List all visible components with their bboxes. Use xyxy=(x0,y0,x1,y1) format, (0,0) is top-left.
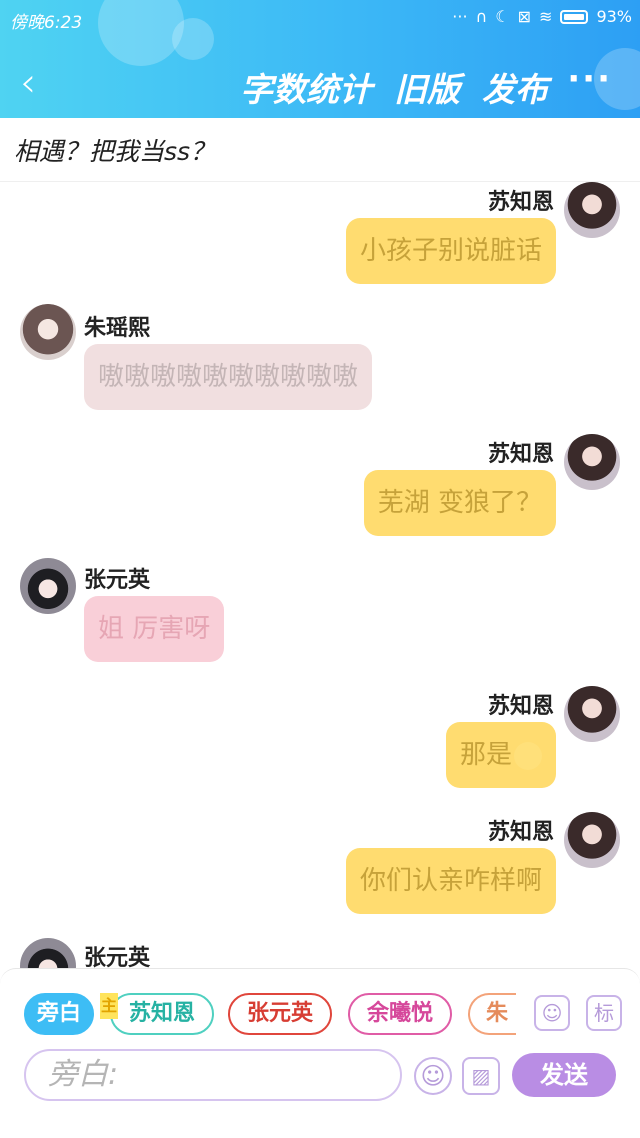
smile-emoji-icon xyxy=(514,741,542,770)
tag-button[interactable]: 标 xyxy=(586,995,622,1031)
status-time: 傍晚6:23 xyxy=(10,13,83,33)
publish-button[interactable]: 发布 xyxy=(482,63,548,111)
sender-name: 朱瑶熙 xyxy=(84,316,151,341)
avatar[interactable] xyxy=(20,304,76,360)
moon-icon: ☾ xyxy=(495,7,510,26)
character-chip[interactable]: 余曦悦 xyxy=(348,993,452,1035)
chat-area[interactable]: 苏知恩 小孩子别说脏话 朱瑶熙 嗷嗷嗷嗷嗷嗷嗷嗷嗷嗷 苏知恩 芜湖 变狼了？ 张… xyxy=(0,182,640,968)
character-chip[interactable]: 朱瑶 xyxy=(468,993,516,1035)
avatar[interactable] xyxy=(20,938,76,968)
nav-actions: 字数统计 旧版 发布 xyxy=(240,63,548,111)
message-bubble[interactable]: 那是 xyxy=(445,722,556,788)
battery-percent: 93% xyxy=(596,7,632,26)
sender-name: 苏知恩 xyxy=(487,190,554,215)
message-input[interactable]: 旁白: xyxy=(24,1049,402,1101)
message-bubble[interactable]: 你们认亲咋样啊 xyxy=(345,848,556,914)
message-text: 那是 xyxy=(459,740,512,770)
sender-name: 张元英 xyxy=(84,568,151,593)
message-bubble[interactable]: 姐 厉害呀 xyxy=(84,596,225,662)
sender-name: 苏知恩 xyxy=(487,820,554,845)
more-menu-icon[interactable]: ··· xyxy=(567,59,612,99)
nav-bar: ‹ 字数统计 旧版 发布 ··· xyxy=(0,55,640,115)
app-header: 傍晚6:23 ··· ∩ ☾ ⊠ ≋ 93% ‹ 字数统计 旧版 发布 ··· xyxy=(0,0,640,118)
avatar[interactable] xyxy=(564,812,620,868)
old-version-button[interactable]: 旧版 xyxy=(394,63,460,111)
status-bar: 傍晚6:23 ··· ∩ ☾ ⊠ ≋ 93% xyxy=(0,0,640,38)
avatar[interactable] xyxy=(564,182,620,238)
avatar[interactable] xyxy=(564,686,620,742)
avatar[interactable] xyxy=(564,434,620,490)
narration-chip[interactable]: 旁白 xyxy=(24,993,94,1035)
back-icon[interactable]: ‹ xyxy=(20,63,36,103)
story-title-bar: 相遇？把我当ss？ xyxy=(0,118,640,182)
character-chip[interactable]: 张元英 xyxy=(228,993,332,1035)
sender-name: 苏知恩 xyxy=(487,694,554,719)
message-bubble[interactable]: 芜湖 变狼了？ xyxy=(363,470,556,536)
input-row: 旁白: ☺ ▨ 发送 xyxy=(0,1049,640,1103)
person-card-icon[interactable]: ☺ xyxy=(534,995,570,1031)
image-icon[interactable]: ▨ xyxy=(462,1057,500,1095)
message-bubble[interactable]: 嗷嗷嗷嗷嗷嗷嗷嗷嗷嗷 xyxy=(84,344,373,410)
sender-name: 苏知恩 xyxy=(487,442,554,467)
host-tag: 主 xyxy=(100,993,118,1019)
character-chip[interactable]: 苏知恩 xyxy=(110,993,214,1035)
wifi-icon: ≋ xyxy=(539,7,553,26)
send-button[interactable]: 发送 xyxy=(512,1053,616,1097)
sender-name: 张元英 xyxy=(84,946,151,968)
composer-panel: 旁白 苏知恩 主 张元英 余曦悦 朱瑶 ☺ 标 旁白: ☺ ▨ 发送 xyxy=(0,968,640,1138)
headphone-icon: ∩ xyxy=(475,7,488,26)
story-title[interactable]: 相遇？把我当ss？ xyxy=(14,132,215,168)
avatar[interactable] xyxy=(20,558,76,614)
message-bubble[interactable]: 小孩子别说脏话 xyxy=(345,218,556,284)
character-selector: 旁白 苏知恩 主 张元英 余曦悦 朱瑶 ☺ 标 xyxy=(0,993,640,1039)
status-icons: ··· ∩ ☾ ⊠ ≋ 93% xyxy=(452,7,632,26)
emoji-icon[interactable]: ☺ xyxy=(414,1057,452,1095)
more-dots-icon: ··· xyxy=(452,7,468,26)
word-count-button[interactable]: 字数统计 xyxy=(240,63,372,111)
battery-icon xyxy=(560,9,589,24)
sim-icon: ⊠ xyxy=(517,7,532,26)
